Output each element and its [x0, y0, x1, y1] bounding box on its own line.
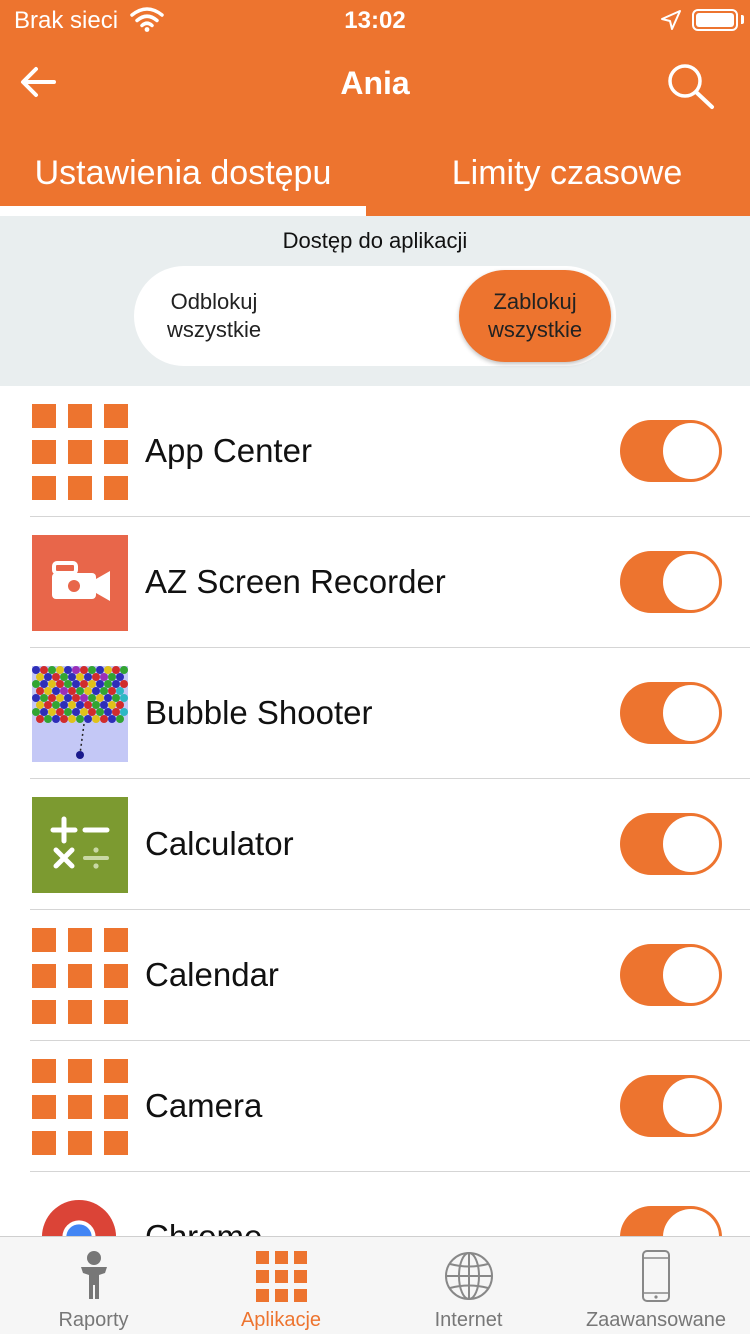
grid-icon: [32, 928, 128, 1024]
app-access-toggle[interactable]: [620, 682, 722, 744]
app-name: App Center: [145, 432, 312, 469]
list-item[interactable]: Camera: [0, 1041, 750, 1172]
app-name: AZ Screen Recorder: [145, 563, 446, 600]
toggle-knob: [663, 1078, 719, 1134]
app-access-label: Dostęp do aplikacji: [282, 228, 468, 253]
app-name: Chrome: [145, 1218, 262, 1236]
chrome-icon: [41, 1199, 117, 1236]
top-bar: Brak sieci 13:02 Ania Ustawienia dostępu…: [0, 0, 750, 216]
grid-icon: [256, 1251, 307, 1302]
toggle-knob: [663, 554, 719, 610]
app-list: App Center AZ Screen Recorder Bubble Sho…: [0, 386, 750, 1236]
active-tab-indicator: [0, 206, 366, 216]
app-access-toggle[interactable]: [620, 1075, 722, 1137]
tab-label: Zaawansowane: [585, 1309, 727, 1331]
page-title: Ania: [340, 65, 410, 101]
list-item[interactable]: Calculator: [0, 779, 750, 910]
phone-icon: [642, 1250, 670, 1302]
list-item[interactable]: Chrome: [0, 1172, 750, 1236]
app-name: Calendar: [145, 956, 279, 993]
toggle-knob: [663, 1209, 719, 1236]
tab-aplikacje[interactable]: Aplikacje: [187, 1237, 375, 1334]
toggle-knob: [663, 423, 719, 479]
unblock-all-button[interactable]: Odblokuj wszystkie: [144, 270, 284, 362]
grid-icon: [32, 404, 128, 500]
toggle-knob: [663, 816, 719, 872]
app-access-toggle[interactable]: [620, 420, 722, 482]
toggle-knob: [663, 685, 719, 741]
tab-raporty[interactable]: Raporty: [0, 1237, 187, 1334]
status-time: 13:02: [344, 7, 406, 34]
tab-label: Raporty: [58, 1309, 129, 1331]
status-bar: Brak sieci 13:02: [0, 0, 750, 40]
app-access-section: Dostęp do aplikacji Odblokuj wszystkie Z…: [0, 216, 750, 386]
toggle-knob: [663, 947, 719, 1003]
person-icon: [80, 1251, 107, 1299]
grid-icon: [32, 1059, 128, 1155]
block-all-button[interactable]: Zablokuj wszystkie: [459, 270, 611, 362]
tab-label: Aplikacje: [240, 1309, 322, 1331]
app-access-toggle[interactable]: [620, 551, 722, 613]
access-segmented-control: Odblokuj wszystkie Zablokuj wszystkie: [134, 266, 616, 366]
calculator-icon: [32, 797, 128, 893]
tab-time-limits[interactable]: Limity czasowe: [384, 130, 750, 216]
battery-icon: [692, 9, 738, 31]
app-access-toggle[interactable]: [620, 944, 722, 1006]
location-arrow-icon: [661, 10, 681, 30]
globe-icon: [444, 1252, 493, 1300]
app-name: Calculator: [145, 825, 294, 862]
tab-zaawansowane[interactable]: Zaawansowane: [562, 1237, 750, 1334]
tab-access-settings[interactable]: Ustawienia dostępu: [0, 130, 366, 216]
list-item[interactable]: Calendar: [0, 910, 750, 1041]
app-name: Bubble Shooter: [145, 694, 373, 731]
list-item[interactable]: Bubble Shooter: [0, 648, 750, 779]
list-item[interactable]: App Center: [0, 386, 750, 517]
search-icon[interactable]: [664, 60, 716, 110]
list-item[interactable]: AZ Screen Recorder: [0, 517, 750, 648]
video-camera-icon: [32, 535, 128, 631]
tab-label: Internet: [434, 1309, 503, 1331]
app-access-toggle[interactable]: [620, 1206, 722, 1236]
bottom-tab-bar: Raporty Aplikacje Internet Zaawansowane: [0, 1236, 750, 1334]
tab-internet[interactable]: Internet: [375, 1237, 562, 1334]
bubble-shooter-icon: [32, 666, 128, 762]
app-name: Camera: [145, 1087, 263, 1124]
app-access-toggle[interactable]: [620, 813, 722, 875]
battery-nub: [741, 15, 744, 24]
